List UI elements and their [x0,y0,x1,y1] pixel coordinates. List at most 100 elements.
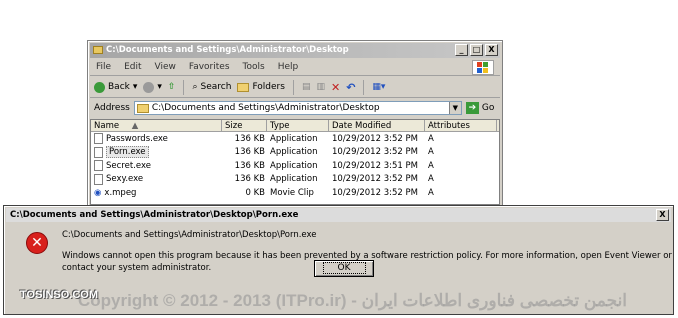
sort-ascending-icon: ▲ [131,121,139,131]
file-date: 10/29/2012 3:52 PM [332,147,418,158]
forward-button[interactable]: ▾ [143,81,162,93]
search-label: Search [200,82,232,92]
menu-edit[interactable]: Edit [124,62,141,72]
menu-view[interactable]: View [155,62,176,72]
chevron-down-icon: ▾ [157,82,162,92]
menu-tools[interactable]: Tools [243,62,265,72]
error-icon: ✕ [26,232,48,254]
address-bar: Address C:\Documents and Settings\Admini… [90,99,500,117]
file-type: Application [270,174,318,185]
dialog-title: C:\Documents and Settings\Administrator\… [10,210,299,220]
address-input[interactable]: C:\Documents and Settings\Administrator\… [133,101,462,115]
toolbar: Back ▾ ▾ ⇧ ⌕ Search Folders ▤ ▥ ✕ ↶ ▦▾ [90,77,500,98]
file-size: 136 KB [234,133,265,144]
move-to-icon[interactable]: ▤ [302,82,311,92]
file-icon [94,133,103,145]
windows-logo-icon [472,60,494,75]
file-name: Secret.exe [106,160,151,171]
dialog-close-button[interactable]: X [656,209,669,221]
toolbar-separator [363,79,365,95]
toolbar-separator [183,79,185,95]
explorer-title: C:\Documents and Settings\Administrator\… [106,45,349,55]
file-size: 136 KB [234,174,265,185]
file-attributes: A [428,160,434,171]
explorer-titlebar[interactable]: C:\Documents and Settings\Administrator\… [90,43,500,58]
file-size: 136 KB [234,160,265,171]
menu-bar: File Edit View Favorites Tools Help [90,59,500,76]
file-name: Porn.exe [106,146,149,159]
menu-file[interactable]: File [96,62,111,72]
ok-button[interactable]: OK [314,260,374,277]
file-date: 10/29/2012 3:52 PM [332,187,418,198]
search-button[interactable]: ⌕ Search [192,82,231,92]
back-arrow-icon [94,81,105,93]
explorer-window: C:\Documents and Settings\Administrator\… [87,40,503,208]
go-button[interactable]: ➔ Go [465,102,495,114]
delete-icon[interactable]: ✕ [331,81,340,94]
file-size: 0 KB [245,187,265,198]
chevron-down-icon: ▾ [132,82,138,92]
file-name: x.mpeg [104,187,137,198]
file-date: 10/29/2012 3:51 PM [332,160,418,171]
file-row[interactable]: ◉ x.mpeg 0 KB Movie Clip 10/29/2012 3:52 … [91,186,499,200]
file-type: Application [270,133,318,144]
file-row[interactable]: Secret.exe 136 KB Application 10/29/2012… [91,159,499,173]
dialog-titlebar[interactable]: C:\Documents and Settings\Administrator\… [6,208,671,222]
file-row[interactable]: Passwords.exe 136 KB Application 10/29/2… [91,132,499,146]
copyright-watermark: Copyright © 2012 - 2013 (ITPro.ir) - انج… [78,291,628,310]
column-header-size[interactable]: Size [222,120,267,131]
column-headers: Name ▲ Size Type Date Modified Attribute… [91,120,499,132]
column-header-name[interactable]: Name ▲ [91,120,222,131]
menu-help[interactable]: Help [278,62,299,72]
folders-button[interactable]: Folders [237,82,285,92]
file-row[interactable]: Porn.exe 136 KB Application 10/29/2012 3… [91,146,499,160]
views-icon[interactable]: ▦▾ [372,82,385,92]
column-header-attributes[interactable]: Attributes [425,120,497,131]
forward-arrow-icon [143,81,155,93]
file-type: Movie Clip [270,187,314,198]
toolbar-separator [292,79,294,95]
file-attributes: A [428,133,434,144]
file-row[interactable]: Sexy.exe 136 KB Application 10/29/2012 3… [91,173,499,187]
file-name: Sexy.exe [106,174,144,185]
search-icon: ⌕ [192,82,198,92]
file-icon [94,146,103,158]
address-value: C:\Documents and Settings\Administrator\… [151,103,380,113]
file-size: 136 KB [234,147,265,158]
file-icon [94,173,103,185]
column-header-label: Name [94,121,120,131]
file-date: 10/29/2012 3:52 PM [332,174,418,185]
address-label: Address [94,103,130,113]
folders-icon [237,82,250,92]
undo-icon[interactable]: ↶ [346,81,355,94]
file-type: Application [270,147,318,158]
file-attributes: A [428,174,434,185]
go-arrow-icon: ➔ [465,102,479,114]
minimize-button[interactable]: _ [455,44,468,56]
file-icon [94,160,103,172]
file-type: Application [270,160,318,171]
file-name: Passwords.exe [106,133,168,144]
ok-label: OK [322,262,366,274]
up-folder-icon[interactable]: ⇧ [168,82,176,92]
back-button[interactable]: Back ▾ [94,81,138,93]
column-header-date[interactable]: Date Modified [329,120,425,131]
back-label: Back [108,82,130,92]
file-attributes: A [428,147,434,158]
file-attributes: A [428,187,434,198]
folder-icon [93,46,103,54]
dialog-path: C:\Documents and Settings\Administrator\… [62,230,317,240]
menu-favorites[interactable]: Favorites [189,62,230,72]
file-date: 10/29/2012 3:52 PM [332,133,418,144]
go-label: Go [481,103,495,113]
copy-to-icon[interactable]: ▥ [316,82,325,92]
chevron-down-icon[interactable]: ▼ [448,102,461,114]
media-file-icon: ◉ [94,187,102,198]
maximize-button[interactable]: □ [470,44,483,56]
site-watermark: TOSINSO.COM [20,289,99,301]
close-button[interactable]: X [485,44,498,56]
folder-icon [136,103,149,113]
column-header-type[interactable]: Type [267,120,329,131]
folders-label: Folders [252,82,285,92]
file-list: Name ▲ Size Type Date Modified Attribute… [90,119,500,205]
